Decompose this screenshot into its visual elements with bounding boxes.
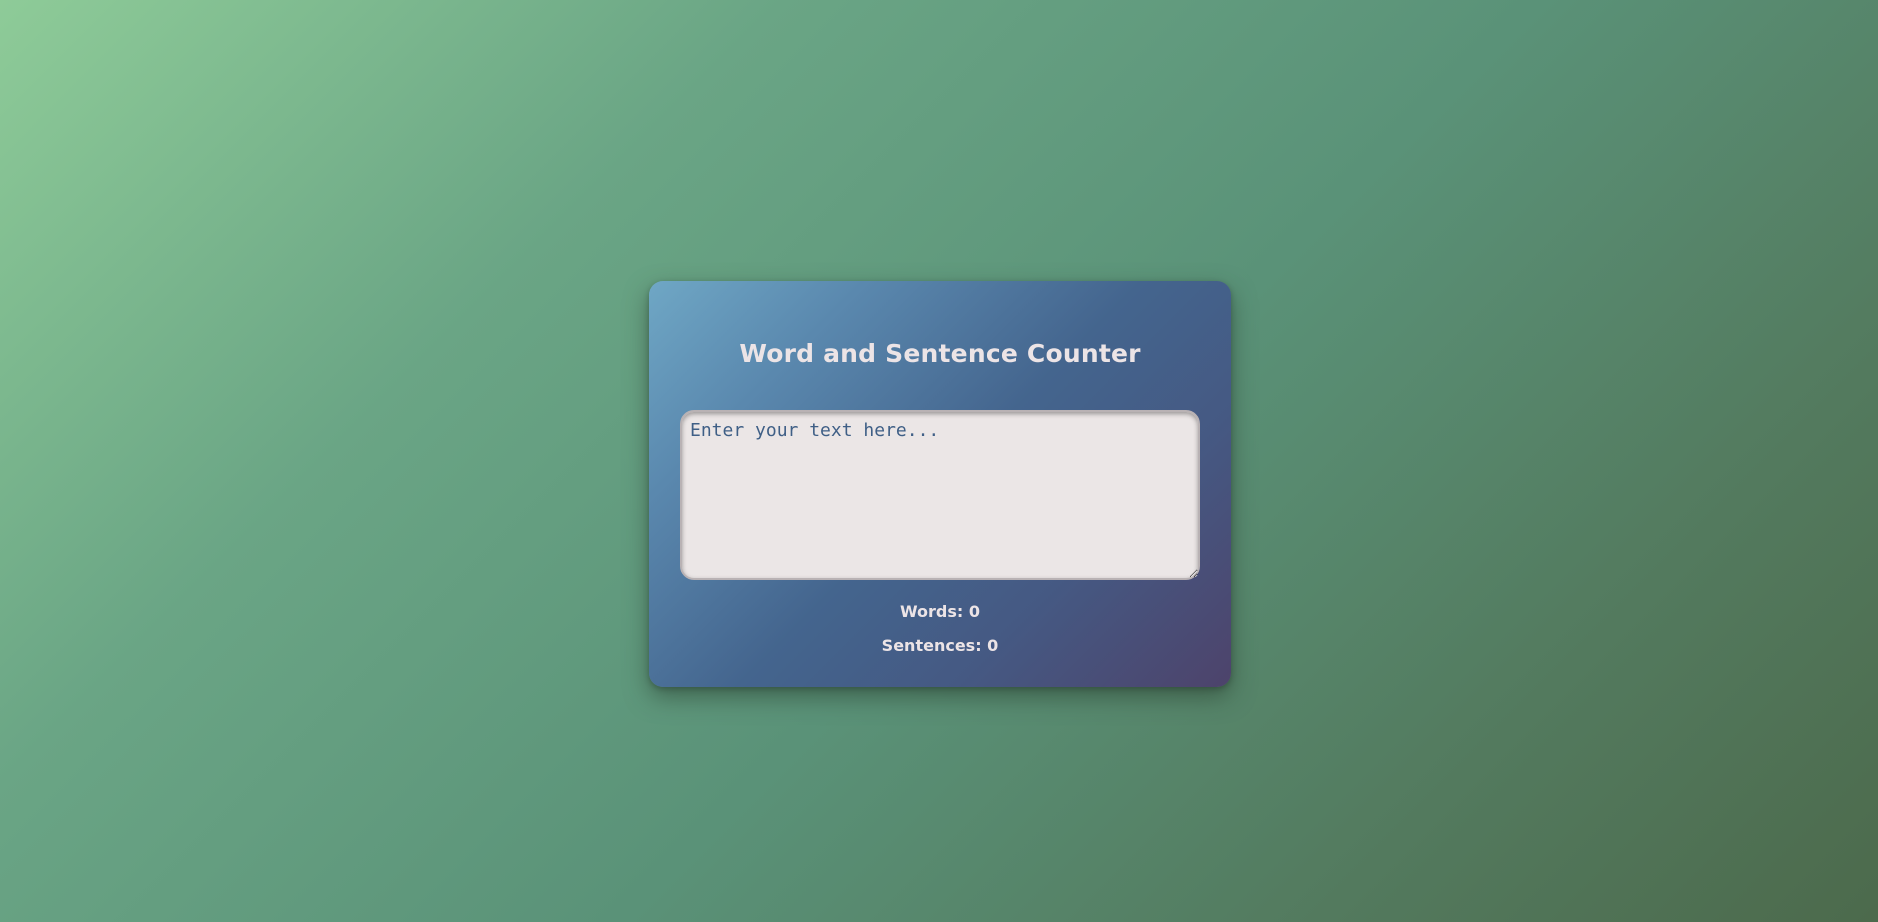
text-input-container [680, 410, 1200, 580]
page-title: Word and Sentence Counter [739, 339, 1141, 368]
sentence-count-label: Sentences: [881, 636, 982, 655]
counter-card: Word and Sentence Counter Words: 0 Sente… [649, 281, 1231, 687]
word-count: Words: 0 [649, 602, 1231, 621]
word-count-label: Words: [899, 602, 964, 621]
text-input[interactable] [680, 410, 1200, 580]
sentence-count: Sentences: 0 [649, 636, 1231, 655]
word-count-value: 0 [968, 602, 981, 621]
sentence-count-value: 0 [987, 636, 999, 655]
